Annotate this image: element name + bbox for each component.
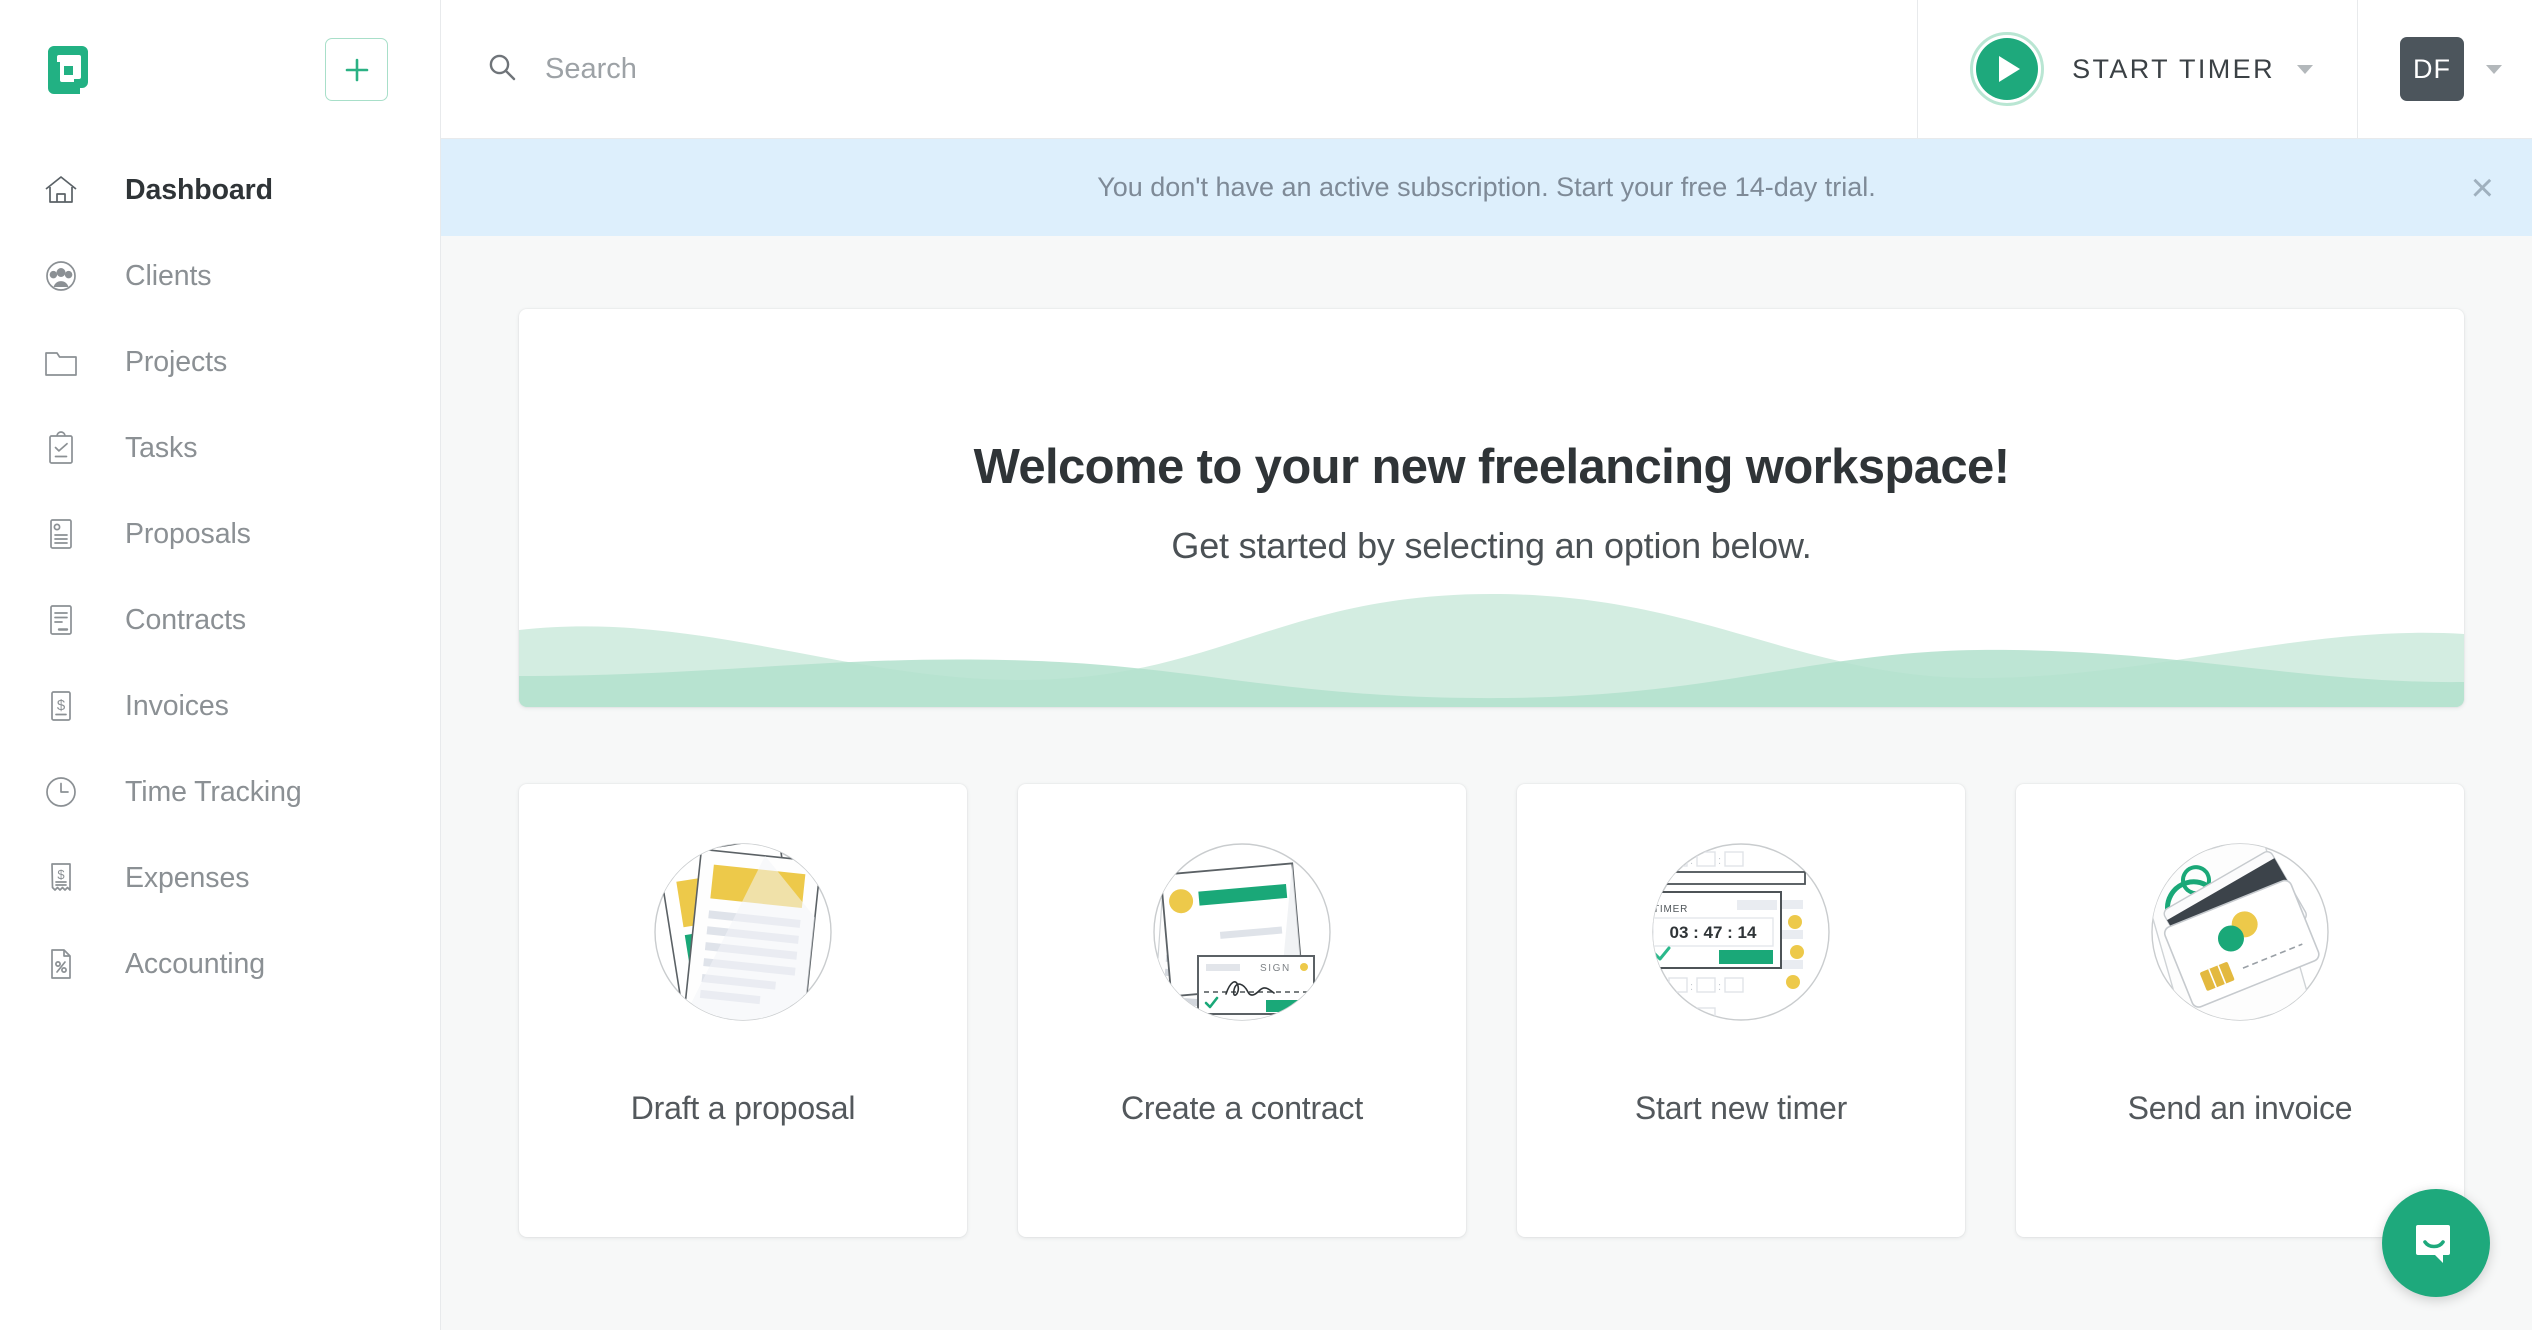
- clipboard-check-icon: [38, 425, 84, 471]
- play-icon: [1970, 32, 2045, 106]
- add-new-button[interactable]: [325, 38, 388, 101]
- sidebar-item-label: Projects: [125, 345, 228, 378]
- sidebar-item-expenses[interactable]: $ Expenses: [0, 835, 440, 921]
- sidebar-item-contracts[interactable]: Contracts: [0, 577, 440, 663]
- action-card-start-timer[interactable]: :: :: TIMER 03: 47: 14 Start new timer: [1517, 784, 1965, 1237]
- proposal-doc-icon: [38, 511, 84, 557]
- sidebar-item-label: Accounting: [125, 947, 266, 980]
- app-root: Dashboard Clients Projects Tasks Proposa…: [0, 0, 2532, 1330]
- sidebar-item-label: Expenses: [125, 861, 250, 894]
- svg-text:03 : 47 : 14: 03 : 47 : 14: [1670, 923, 1757, 942]
- sidebar-nav: Dashboard Clients Projects Tasks Proposa…: [0, 139, 440, 1007]
- sidebar-item-label: Proposals: [125, 517, 251, 550]
- subscription-banner: You don't have an active subscription. S…: [441, 139, 2532, 236]
- close-icon[interactable]: ×: [2471, 168, 2494, 208]
- action-card-label: Start new timer: [1634, 1090, 1848, 1126]
- percent-doc-icon: [38, 941, 84, 987]
- home-icon: [38, 167, 84, 213]
- search-icon: [485, 50, 519, 89]
- action-card-create-contract[interactable]: SIGN Create a contract: [1018, 784, 1466, 1237]
- svg-text::: :: [1690, 981, 1693, 993]
- receipt-icon: $: [38, 855, 84, 901]
- top-bar: START TIMER DF: [441, 0, 2532, 139]
- sidebar-item-label: Invoices: [125, 689, 229, 722]
- sidebar-item-invoices[interactable]: $ Invoices: [0, 663, 440, 749]
- wave-decoration: [519, 594, 2464, 707]
- hello-bonsai-logo[interactable]: [38, 40, 98, 100]
- svg-text::: :: [1718, 855, 1721, 867]
- sidebar-item-label: Time Tracking: [125, 775, 302, 808]
- sidebar: Dashboard Clients Projects Tasks Proposa…: [0, 0, 441, 1330]
- dashboard-content: Welcome to your new freelancing workspac…: [441, 236, 2532, 1330]
- sidebar-item-label: Clients: [125, 259, 212, 292]
- proposal-documents-illustration: [637, 826, 849, 1038]
- sidebar-item-label: Contracts: [125, 603, 247, 636]
- start-timer-button[interactable]: START TIMER: [1917, 0, 2357, 138]
- sidebar-item-label: Dashboard: [125, 173, 273, 206]
- sidebar-item-tasks[interactable]: Tasks: [0, 405, 440, 491]
- chevron-down-icon[interactable]: [2486, 64, 2502, 74]
- svg-text:$: $: [57, 697, 66, 714]
- svg-text::: :: [1718, 981, 1721, 993]
- sidebar-item-time-tracking[interactable]: Time Tracking: [0, 749, 440, 835]
- svg-text:TIMER: TIMER: [1653, 904, 1688, 915]
- sidebar-item-accounting[interactable]: Accounting: [0, 921, 440, 1007]
- people-icon: [38, 253, 84, 299]
- chevron-down-icon[interactable]: [2297, 64, 2313, 74]
- action-card-label: Send an invoice: [2127, 1090, 2353, 1126]
- welcome-card: Welcome to your new freelancing workspac…: [519, 309, 2464, 707]
- sidebar-item-projects[interactable]: Projects: [0, 319, 440, 405]
- action-card-label: Create a contract: [1120, 1090, 1364, 1126]
- start-timer-label: START TIMER: [2072, 53, 2275, 84]
- sidebar-item-clients[interactable]: Clients: [0, 233, 440, 319]
- contract-doc-icon: [38, 597, 84, 643]
- invoice-dollar-icon: $: [38, 683, 84, 729]
- banner-message: You don't have an active subscription. S…: [1097, 172, 1876, 202]
- user-menu[interactable]: DF: [2357, 0, 2532, 138]
- sidebar-item-proposals[interactable]: Proposals: [0, 491, 440, 577]
- contract-signature-illustration: SIGN: [1136, 826, 1348, 1038]
- credit-cards-illustration: [2134, 826, 2346, 1038]
- quick-actions: Draft a proposal SIGN Create a contract …: [519, 784, 2464, 1237]
- sidebar-item-dashboard[interactable]: Dashboard: [0, 147, 440, 233]
- intercom-chat-icon[interactable]: [2382, 1189, 2490, 1297]
- page-title: Welcome to your new freelancing workspac…: [973, 440, 2010, 494]
- sidebar-header: [0, 0, 440, 139]
- svg-text:SIGN: SIGN: [1260, 963, 1291, 974]
- svg-text:$: $: [57, 867, 65, 882]
- action-card-send-invoice[interactable]: Send an invoice: [2016, 784, 2464, 1237]
- search-input[interactable]: [545, 52, 1918, 86]
- folder-icon: [38, 339, 84, 385]
- page-subtitle: Get started by selecting an option below…: [1171, 525, 1812, 566]
- svg-text::: :: [1690, 855, 1693, 867]
- action-card-label: Draft a proposal: [630, 1090, 856, 1126]
- sidebar-item-label: Tasks: [125, 431, 198, 464]
- clock-icon: [38, 769, 84, 815]
- avatar: DF: [2400, 37, 2464, 101]
- timer-window-illustration: :: :: TIMER 03: 47: 14: [1635, 826, 1847, 1038]
- action-card-draft-proposal[interactable]: Draft a proposal: [519, 784, 967, 1237]
- main-area: START TIMER DF You don't have an active …: [441, 0, 2532, 1330]
- search-area: [441, 0, 1918, 138]
